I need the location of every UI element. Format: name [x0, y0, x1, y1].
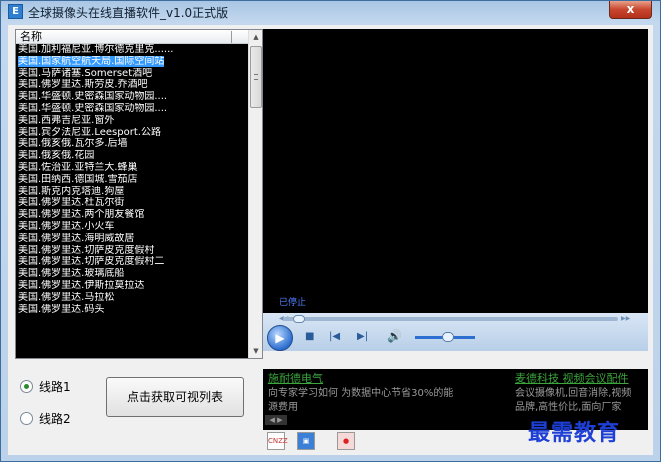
- image-icon[interactable]: ▣: [297, 432, 315, 450]
- list-item[interactable]: 美国.佛罗里达.码头: [16, 304, 248, 316]
- ad-nav-arrows-icon[interactable]: ◀ ▶: [265, 415, 287, 425]
- client-area: 名称 美国.加利福尼亚.博尔德克里克...... 美国.国家航空航天局.国际空间站…: [8, 25, 653, 455]
- list-item[interactable]: 美国.西弗吉尼亚.窗外: [16, 115, 248, 127]
- ad-left-line1[interactable]: 向专家学习如何 为数据中心节省30%的能: [268, 384, 508, 399]
- list-item[interactable]: 美国.田纳西.德国城.雪茄店: [16, 174, 248, 186]
- list-item[interactable]: 美国.佛罗里达.杜瓦尔街: [16, 197, 248, 209]
- list-item-label: 美国.佛罗里达.杜瓦尔街: [18, 197, 125, 209]
- app-icon: E: [8, 4, 23, 19]
- list-item-label: 美国.田纳西.德国城.雪茄店: [18, 173, 138, 185]
- list-item-label: 美国.马萨诸塞.Somerset酒吧: [18, 67, 153, 79]
- list-scrollbar[interactable]: ▲ ▼: [248, 30, 262, 358]
- app-window: E 全球摄像头在线直播软件_v1.0正式版 x 名称 美国.加利福尼亚.博尔德克…: [0, 0, 661, 462]
- ad-left-line2[interactable]: 源费用: [268, 398, 508, 413]
- list-item-label: 美国.佛罗里达.斯劳皮.乔酒吧: [18, 79, 148, 91]
- route2-label: 线路2: [39, 411, 71, 426]
- list-item[interactable]: 美国.斯克内克塔迪.狗屋: [16, 186, 248, 198]
- fetch-list-button[interactable]: 点击获取可视列表: [106, 377, 244, 417]
- camera-list[interactable]: 名称 美国.加利福尼亚.博尔德克里克...... 美国.国家航空航天局.国际空间站…: [15, 29, 263, 359]
- list-item-label: 美国.斯克内克塔迪.狗屋: [18, 185, 125, 197]
- scroll-down-arrow-icon[interactable]: ▼: [249, 344, 263, 358]
- list-item-label: 美国.佛罗里达.马拉松: [18, 291, 115, 303]
- list-item-label: 美国.佛罗里达.小火车: [18, 220, 115, 232]
- list-item[interactable]: 美国.佛罗里达.海明威故居: [16, 233, 248, 245]
- list-item[interactable]: 美国.俄亥俄.花园: [16, 150, 248, 162]
- play-button[interactable]: ▶: [267, 325, 293, 351]
- list-item-label: 美国.华盛顿.史密森国家动物园....: [18, 91, 168, 103]
- list-item[interactable]: 美国.佛罗里达.马拉松: [16, 292, 248, 304]
- seek-forward-arrows-icon: ▶▶: [621, 315, 631, 322]
- grip-icon: [254, 74, 258, 80]
- list-item[interactable]: 美国.佛罗里达.小火车: [16, 221, 248, 233]
- list-column-header[interactable]: 名称: [16, 30, 248, 44]
- column-divider[interactable]: [231, 31, 232, 43]
- list-item[interactable]: 美国.俄亥俄.瓦尔多.后墙: [16, 138, 248, 150]
- list-item-label: 美国.佐治亚.亚特兰大.蜂巢: [18, 161, 138, 173]
- list-item-label: 美国.宾夕法尼亚.Leesport.公路: [18, 126, 161, 138]
- list-item-label: 美国.佛罗里达.两个朋友餐馆: [18, 209, 145, 221]
- list-body: 美国.加利福尼亚.博尔德克里克...... 美国.国家航空航天局.国际空间站 美国.…: [16, 44, 248, 358]
- scroll-thumb[interactable]: [250, 46, 262, 108]
- next-icon[interactable]: ▶|: [357, 331, 368, 342]
- list-item[interactable]: 美国.佛罗里达.伊斯拉莫拉达: [16, 280, 248, 292]
- ad-right-line1[interactable]: 会议摄像机,回音消除,视频: [515, 384, 648, 399]
- list-item-label: 美国.佛罗里达.玻璃底船: [18, 268, 125, 280]
- list-item-label: 美国.西弗吉尼亚.窗外: [18, 114, 115, 126]
- seek-bar[interactable]: [283, 317, 618, 321]
- list-item-label: 美国.国家航空航天局.国际空间站: [18, 55, 165, 67]
- list-item[interactable]: 美国.宾夕法尼亚.Leesport.公路: [16, 127, 248, 139]
- list-item-label: 美国.加利福尼亚.博尔德克里克......: [18, 44, 174, 55]
- title-bar[interactable]: E 全球摄像头在线直播软件_v1.0正式版 x: [1, 1, 660, 23]
- list-item[interactable]: 美国.马萨诸塞.Somerset酒吧: [16, 68, 248, 80]
- route1-label: 线路1: [39, 379, 71, 394]
- list-item[interactable]: 美国.加利福尼亚.博尔德克里克......: [16, 44, 248, 56]
- ad-right-line2[interactable]: 品牌,高性价比,面向厂家: [515, 398, 648, 413]
- previous-icon[interactable]: |◀: [329, 331, 340, 342]
- scroll-up-arrow-icon[interactable]: ▲: [249, 30, 263, 44]
- list-item[interactable]: 美国.佐治亚.亚特兰大.蜂巢: [16, 162, 248, 174]
- player-controls: ◀◀ ▶▶ ▶ ■ |◀ ▶| 🔊: [263, 313, 648, 351]
- list-item-label: 美国.俄亥俄.花园: [18, 150, 95, 162]
- list-item-label: 美国.佛罗里达.伊斯拉莫拉达: [18, 279, 145, 291]
- route1-option[interactable]: 线路1: [20, 377, 71, 395]
- list-item[interactable]: 美国.佛罗里达.斯劳皮.乔酒吧: [16, 79, 248, 91]
- playback-status: 已停止: [279, 298, 307, 308]
- volume-knob[interactable]: [442, 332, 454, 342]
- route2-option[interactable]: 线路2: [20, 409, 71, 427]
- seek-thumb[interactable]: [293, 315, 306, 323]
- list-item[interactable]: 美国.佛罗里达.切萨皮克度假村: [16, 245, 248, 257]
- video-player[interactable]: 已停止: [263, 29, 648, 313]
- volume-icon[interactable]: 🔊: [387, 329, 402, 343]
- list-item[interactable]: 美国.国家航空航天局.国际空间站: [16, 55, 248, 68]
- list-item[interactable]: 美国.佛罗里达.玻璃底船: [16, 268, 248, 280]
- penguin-icon[interactable]: ●: [337, 432, 355, 450]
- close-button[interactable]: x: [609, 1, 652, 19]
- list-item[interactable]: 美国.华盛顿.史密森国家动物园....: [16, 103, 248, 115]
- list-item-label: 美国.佛罗里达.海明威故居: [18, 232, 135, 244]
- stop-icon[interactable]: ■: [305, 331, 314, 342]
- list-item[interactable]: 美国.佛罗里达.切萨皮克度假村二: [16, 256, 248, 268]
- list-item-label: 美国.佛罗里达.切萨皮克度假村二: [18, 256, 165, 268]
- list-item-label: 美国.佛罗里达.切萨皮克度假村: [18, 244, 155, 256]
- route2-radio[interactable]: [20, 411, 33, 425]
- list-item-label: 美国.俄亥俄.瓦尔多.后墙: [18, 138, 128, 150]
- window-title: 全球摄像头在线直播软件_v1.0正式版: [28, 6, 229, 20]
- list-item-label: 美国.华盛顿.史密森国家动物园....: [18, 102, 168, 114]
- column-name-label: 名称: [20, 30, 42, 43]
- cnzz-icon[interactable]: CNZZ: [267, 432, 288, 450]
- watermark: 最需教育: [528, 420, 621, 446]
- route1-radio[interactable]: [20, 379, 33, 393]
- list-item[interactable]: 美国.华盛顿.史密森国家动物园....: [16, 91, 248, 103]
- list-item[interactable]: 美国.佛罗里达.两个朋友餐馆: [16, 209, 248, 221]
- list-item-label: 美国.佛罗里达.码头: [18, 303, 105, 315]
